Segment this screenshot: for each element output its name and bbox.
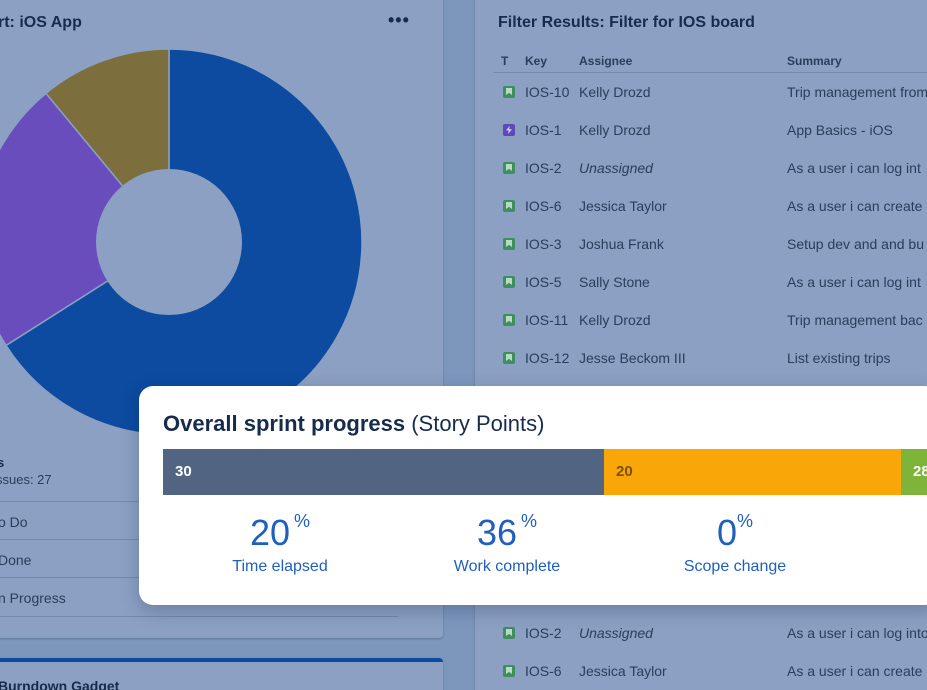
issue-key-link[interactable]: IOS-2 — [525, 625, 562, 641]
epic-icon — [503, 124, 515, 136]
issue-key-link[interactable]: IOS-5 — [525, 274, 562, 290]
segment-label: 30 — [175, 463, 192, 480]
summary-link[interactable]: As a user i can log int — [787, 274, 921, 290]
stat-value: 20 — [249, 512, 291, 553]
sprint-progress-card: Overall sprint progress (Story Points) 3… — [139, 386, 927, 605]
summary-link[interactable]: Trip management bac — [787, 312, 923, 328]
issue-key-link[interactable]: IOS-6 — [525, 663, 562, 679]
table-row[interactable]: IOS-1 Kelly Drozd App Basics - iOS — [0, 122, 927, 160]
assignee-name: Unassigned — [579, 160, 653, 176]
story-icon — [503, 352, 515, 364]
column-header-assignee[interactable]: Assignee — [579, 54, 632, 68]
issue-key-link[interactable]: IOS-2 — [525, 160, 562, 176]
stat-unit: % — [294, 511, 311, 531]
story-icon — [503, 314, 515, 326]
issue-key-link[interactable]: IOS-10 — [525, 84, 569, 100]
stat-work-complete: 36% Work complete — [432, 511, 582, 576]
column-header-summary[interactable]: Summary — [787, 54, 842, 68]
summary-link[interactable]: List existing trips — [787, 350, 890, 366]
issue-key-link[interactable]: IOS-3 — [525, 236, 562, 252]
summary-link[interactable]: Setup dev and and bu — [787, 236, 924, 252]
assignee-name: Joshua Frank — [579, 236, 664, 252]
assignee-name: Jesse Beckom III — [579, 350, 686, 366]
summary-link[interactable]: As a user i can log int — [787, 160, 921, 176]
table-row[interactable]: IOS-5 Sally Stone As a user i can log int — [0, 274, 927, 312]
story-icon — [503, 276, 515, 288]
stat-label: Work complete — [453, 558, 561, 575]
legend-item-label: n Progress — [0, 590, 66, 606]
assignee-name: Kelly Drozd — [579, 312, 651, 328]
assignee-name: Kelly Drozd — [579, 122, 651, 138]
table-row[interactable]: IOS-2 Unassigned As a user i can log into — [0, 625, 927, 663]
table-row[interactable]: IOS-6 Jessica Taylor As a user i can creat… — [0, 663, 927, 690]
assignee-name: Jessica Taylor — [579, 198, 667, 214]
filter-gadget-title: Filter Results: Filter for IOS board — [498, 14, 755, 31]
story-icon — [503, 86, 515, 98]
header-divider — [493, 72, 927, 73]
table-row[interactable]: IOS-2 Unassigned As a user i can log int — [0, 160, 927, 198]
assignee-name: Sally Stone — [579, 274, 650, 290]
story-icon — [503, 627, 515, 639]
summary-link[interactable]: As a user i can create — [787, 198, 922, 214]
sprint-progress-heading: Overall sprint progress — [163, 411, 406, 436]
story-icon — [503, 665, 515, 677]
column-header-type[interactable]: T — [501, 54, 508, 68]
legend-total-issues: ssues: 27 — [0, 472, 52, 487]
table-row[interactable]: IOS-3 Joshua Frank Setup dev and and bu — [0, 236, 927, 274]
stat-value: 0 — [716, 512, 737, 553]
stat-value: 36 — [476, 512, 518, 553]
summary-link[interactable]: App Basics - iOS — [787, 122, 893, 138]
issue-key-link[interactable]: IOS-1 — [525, 122, 562, 138]
summary-link[interactable]: As a user i can create — [787, 663, 922, 679]
assignee-name: Unassigned — [579, 625, 653, 641]
story-icon — [503, 200, 515, 212]
column-header-key[interactable]: Key — [525, 54, 547, 68]
summary-link[interactable]: Trip management from — [787, 84, 927, 100]
segment-label: 28 — [913, 463, 927, 480]
table-row[interactable]: IOS-10 Kelly Drozd Trip management from — [0, 84, 927, 122]
assignee-name: Jessica Taylor — [579, 663, 667, 679]
stat-label: Scope change — [683, 558, 787, 575]
stat-unit: % — [737, 511, 754, 531]
stat-label: Time elapsed — [232, 558, 328, 575]
table-row[interactable]: IOS-11 Kelly Drozd Trip management bac — [0, 312, 927, 350]
stat-scope-change: 0% Scope change — [660, 511, 810, 576]
sprint-progress-title: Overall sprint progress (Story Points) — [163, 411, 544, 437]
assignee-name: Kelly Drozd — [579, 84, 651, 100]
story-icon — [503, 238, 515, 250]
issue-key-link[interactable]: IOS-11 — [525, 312, 568, 328]
segment-label: 20 — [616, 463, 633, 480]
story-icon — [503, 162, 515, 174]
legend-title: s — [0, 455, 5, 470]
table-row[interactable]: IOS-6 Jessica Taylor As a user i can creat… — [0, 198, 927, 236]
summary-link[interactable]: As a user i can log into — [787, 625, 927, 641]
legend-item-label: o Do — [0, 514, 28, 530]
progress-segment-done[interactable]: 30 — [163, 449, 604, 495]
progress-segment-in-progress[interactable]: 20 — [604, 449, 901, 495]
legend-item-label: Done — [0, 552, 32, 568]
issue-key-link[interactable]: IOS-12 — [525, 350, 569, 366]
stat-unit: % — [521, 511, 538, 531]
sprint-progress-subtitle: (Story Points) — [411, 411, 545, 436]
issue-key-link[interactable]: IOS-6 — [525, 198, 562, 214]
progress-segment-to-do[interactable]: 28 — [901, 449, 927, 495]
stat-time-elapsed: 20% Time elapsed — [205, 511, 355, 576]
table-row[interactable]: IOS-12 Jesse Beckom III List existing trip… — [0, 350, 927, 388]
